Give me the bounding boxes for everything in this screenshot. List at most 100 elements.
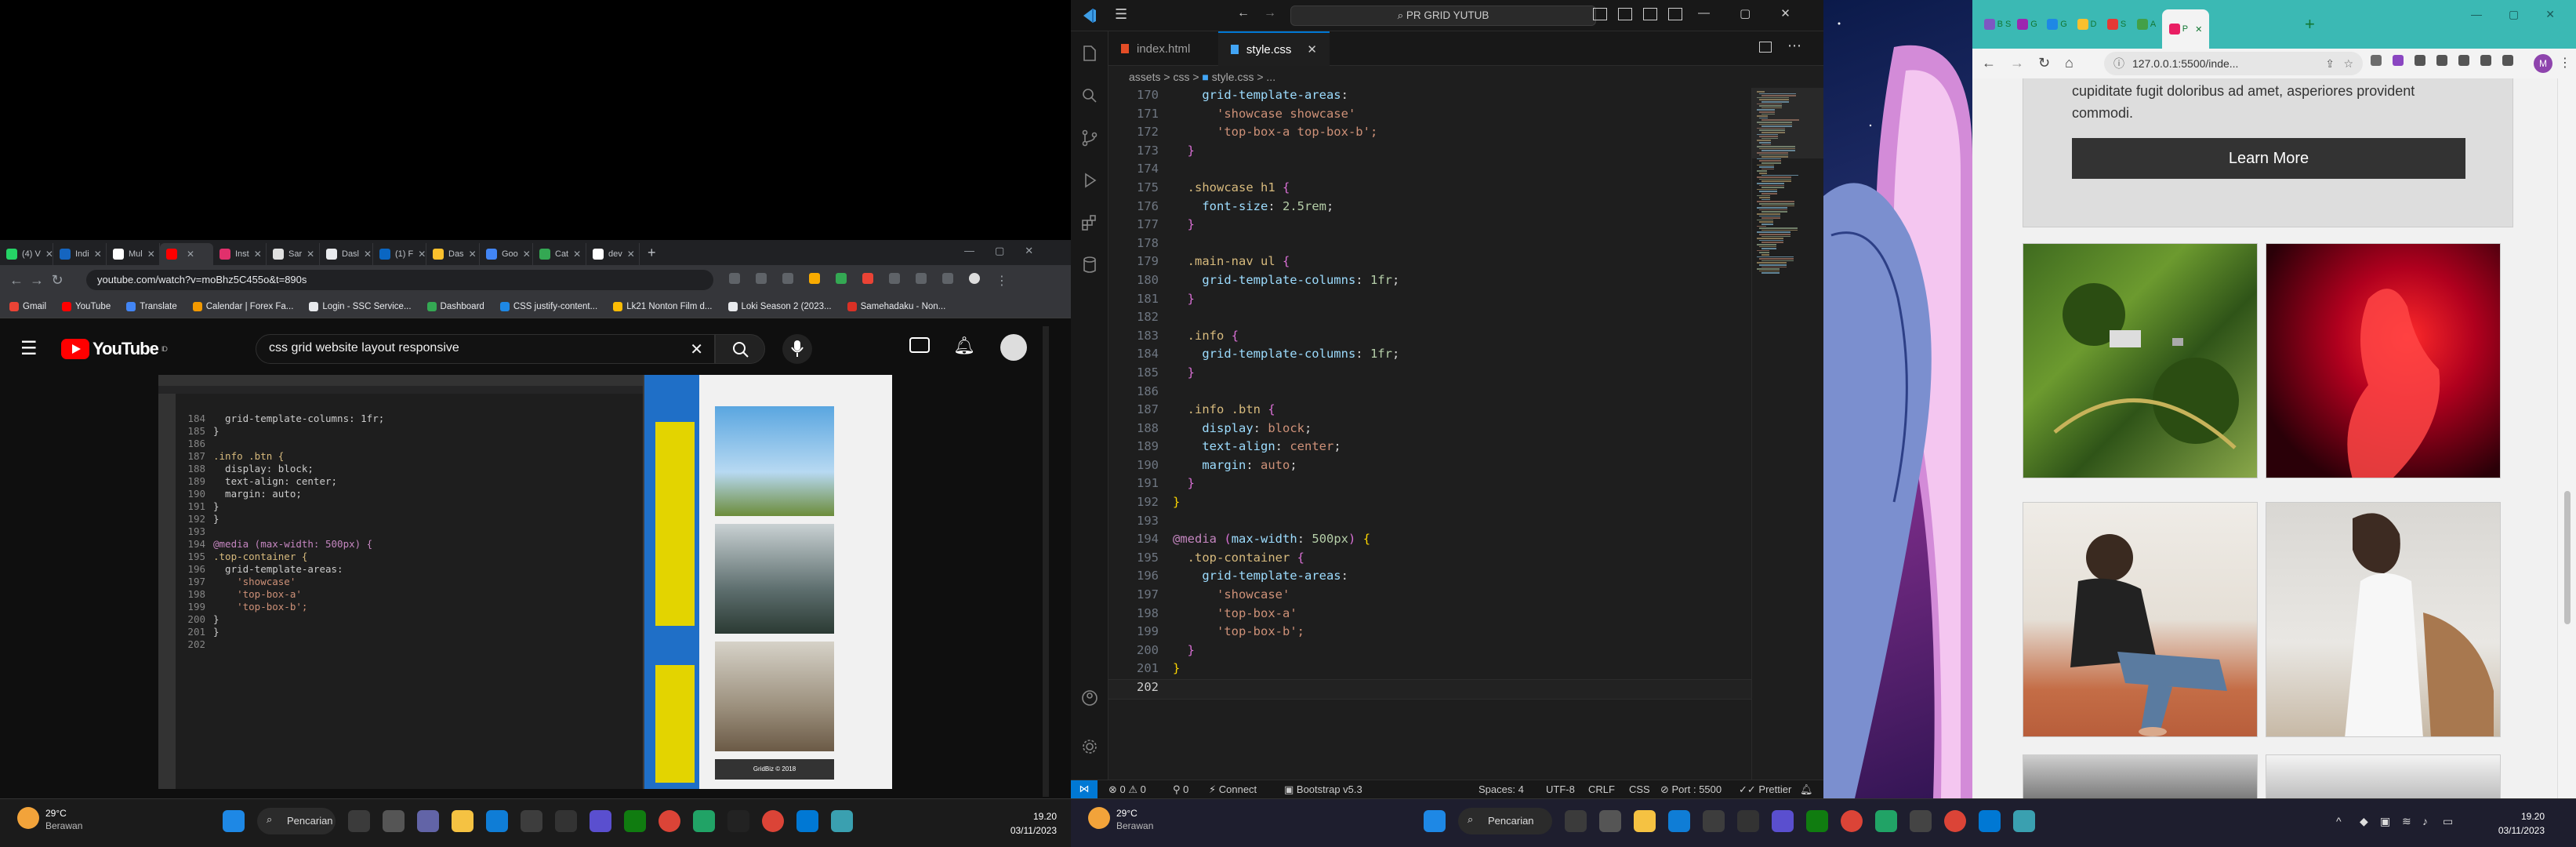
command-center[interactable]: ⌕ PR GRID YUTUB [1290,5,1596,26]
reload-icon[interactable]: ↻ [47,272,67,289]
source-control-icon[interactable] [1080,129,1099,147]
youtube-logo[interactable]: YouTube ID [61,339,168,359]
browser-tab[interactable]: D [2073,13,2101,36]
youtube-search-button[interactable] [715,334,765,364]
teams-icon[interactable] [417,810,439,832]
code-line[interactable]: 198 'top-box-a' [1108,606,1751,625]
app-icon[interactable] [555,810,577,832]
new-tab-icon[interactable]: + [648,245,656,261]
hamburger-icon[interactable]: ☰ [20,337,38,360]
bookmark-item[interactable]: YouTube [62,301,111,311]
minimize-icon[interactable]: — [964,245,974,257]
browser-tab[interactable]: Indi ✕ [53,243,107,265]
files-icon[interactable] [1599,810,1621,832]
browser-tab[interactable]: Cat ✕ [533,243,586,265]
close-tab-icon[interactable]: ✕ [573,249,581,260]
store-icon[interactable] [521,810,542,832]
sidebar-icon[interactable] [942,273,953,284]
reload-icon[interactable]: ↻ [2038,55,2050,71]
bookmark-item[interactable]: Loki Season 2 (2023... [727,301,832,311]
browser-tab[interactable]: dev ✕ [586,243,640,265]
breadcrumb-css[interactable]: css [1173,71,1189,83]
sidebar-icon[interactable] [2480,55,2491,66]
close-icon[interactable]: ✕ [1780,6,1791,20]
code-line[interactable]: 188 display: block; [1108,421,1751,440]
extension-icon[interactable] [2415,55,2425,66]
browser-tab[interactable]: G [2013,13,2041,36]
puzzle-icon[interactable] [916,273,927,284]
indentation-status[interactable]: Spaces: 4 [1478,783,1524,795]
download-icon[interactable] [729,273,740,284]
start-windows-icon[interactable] [1424,810,1446,832]
code-line[interactable]: 176 font-size: 2.5rem; [1108,199,1751,218]
tab-style-css[interactable]: style.css ✕ [1218,31,1330,66]
back-icon[interactable]: ← [1237,6,1250,20]
chrome-icon[interactable] [1944,810,1966,832]
code-line[interactable]: 197 'showcase' [1108,587,1751,606]
page-scrollbar[interactable] [2557,78,2576,798]
close-icon[interactable]: ✕ [1025,245,1033,257]
scrollbar-thumb[interactable] [2564,491,2571,624]
extension-icon[interactable] [2502,55,2513,66]
code-line[interactable]: 183 .info { [1108,329,1751,347]
profile-avatar[interactable] [969,273,980,284]
weather-widget[interactable]: 29°C Berawan [17,807,82,832]
close-icon[interactable]: ✕ [2545,8,2555,21]
maximize-icon[interactable]: ▢ [2509,8,2519,21]
share-icon[interactable]: ⇪ [2325,52,2335,75]
breadcrumb-assets[interactable]: assets [1129,71,1160,83]
close-tab-icon[interactable]: ✕ [469,249,477,260]
search-icon[interactable] [1080,86,1099,105]
breadcrumb-file[interactable]: style.css [1212,71,1254,83]
code-line[interactable]: 177 } [1108,217,1751,236]
app-icon[interactable] [1772,810,1794,832]
close-tab-icon[interactable]: ✕ [364,249,372,260]
app-icon[interactable] [1737,810,1759,832]
store-icon[interactable] [1703,810,1725,832]
bootstrap-status[interactable]: ▣ Bootstrap v5.3 [1284,783,1362,796]
extensions-icon[interactable] [1080,213,1099,232]
app-icon[interactable] [727,810,749,832]
back-icon[interactable]: ← [1982,55,1996,71]
code-line[interactable]: 179 .main-nav ul { [1108,254,1751,273]
extension-icon[interactable] [2371,55,2382,66]
file-explorer-icon[interactable] [1634,810,1656,832]
menu-icon[interactable]: ⋮ [2559,55,2571,71]
code-line[interactable]: 202 [1108,679,1751,700]
xbox-icon[interactable] [624,810,646,832]
code-line[interactable]: 200 } [1108,643,1751,662]
forward-icon[interactable]: → [1264,6,1276,20]
browser-tab[interactable]: Sar ✕ [267,243,320,265]
code-line[interactable]: 191 } [1108,476,1751,495]
bookmark-item[interactable]: Translate [126,301,177,311]
close-tab-icon[interactable]: ✕ [418,249,426,260]
taskbar-search[interactable]: ⌕ Pencarian [257,808,336,834]
notifications-bell-icon[interactable]: 🔔︎ [1800,783,1813,796]
code-line[interactable]: 181 } [1108,292,1751,311]
chrome-icon[interactable] [1841,810,1863,832]
prettier-status[interactable]: ✓✓ Prettier [1739,783,1791,796]
browser-tab[interactable]: (4) V ✕ [0,243,53,265]
home-icon[interactable]: ⌂ [2065,55,2073,71]
vscode-icon[interactable] [1979,810,2001,832]
profile-avatar[interactable]: M [2534,54,2552,73]
menu-icon[interactable]: ⋮ [996,273,1008,289]
extension-icon[interactable] [862,273,873,284]
notifications-bell-icon[interactable]: 🔔︎ [953,336,975,356]
bookmark-star-icon[interactable]: ☆ [2343,52,2353,75]
taskview-icon[interactable] [348,810,370,832]
menu-icon[interactable]: ☰ [1115,6,1127,23]
edge-icon[interactable] [486,810,508,832]
code-line[interactable]: 172 'top-box-a top-box-b'; [1108,125,1751,144]
code-line[interactable]: 175 .showcase h1 { [1108,180,1751,199]
code-line[interactable]: 194 @media (max-width: 500px) { [1108,532,1751,551]
start-windows-icon[interactable] [223,810,245,832]
toggle-sidebar-icon[interactable] [1593,8,1607,20]
more-actions-icon[interactable]: ⋯ [1787,38,1801,54]
zoom-icon[interactable] [756,273,767,284]
app-icon[interactable] [590,810,611,832]
close-tab-icon[interactable]: ✕ [2195,24,2202,35]
settings-gear-icon[interactable] [1080,737,1099,756]
code-line[interactable]: 192} [1108,495,1751,514]
account-avatar[interactable] [1000,334,1027,361]
